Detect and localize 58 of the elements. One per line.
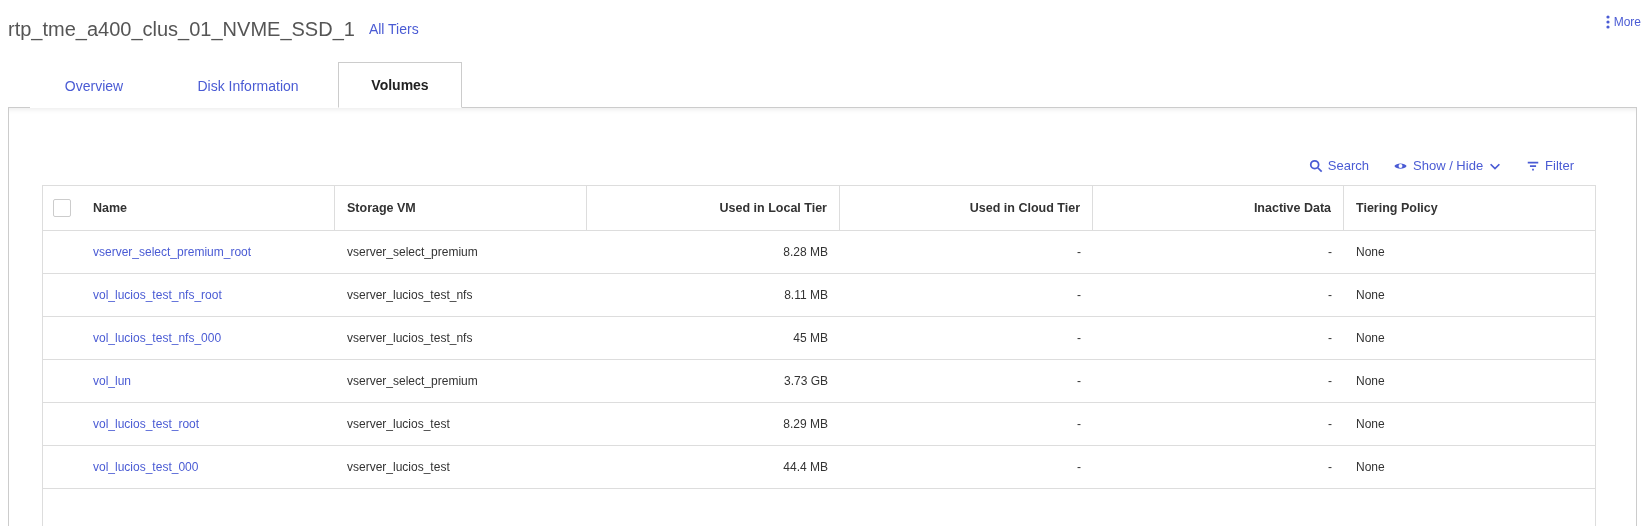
table-cell: - [1328,460,1332,474]
table-cell: - [1328,374,1332,388]
column-header[interactable]: Inactive Data [1093,186,1344,231]
page-title: rtp_tme_a400_clus_01_NVME_SSD_1 [8,17,355,41]
column-header[interactable]: Used in Local Tier [587,186,840,231]
table-cell: vserver_select_premium [347,374,478,388]
search-icon [1308,158,1323,173]
column-header[interactable]: Tiering Policy [1344,186,1595,231]
column-header[interactable]: Used in Cloud Tier [840,186,1093,231]
table-cell: None [1356,288,1385,302]
table-cell: vserver_lucios_test_nfs [347,331,473,345]
table-cell: vserver_lucios_test [347,417,450,431]
column-header-label: Name [93,201,128,215]
filter-button[interactable]: Filter [1526,158,1574,173]
table-cell: 8.11 MB [784,288,828,302]
all-tiers-link[interactable]: All Tiers [368,21,419,37]
table-cell: - [1077,245,1081,259]
column-header-label: Used in Local Tier [719,201,827,215]
volume-link[interactable]: vol_lucios_test_nfs_root [93,288,222,302]
table-cell: None [1356,374,1385,388]
table-cell: - [1328,417,1332,431]
tab[interactable]: Volumes [338,62,462,108]
table-cell: 3.73 GB [783,374,828,388]
more-button[interactable]: More [1605,15,1641,29]
table-cell: - [1328,288,1332,302]
table-cell: 8.28 MB [783,245,828,259]
table-cell: - [1077,460,1081,474]
table-cell: None [1356,417,1385,431]
table-cell: - [1328,331,1332,345]
table-cell: 45 MB [793,331,828,345]
kebab-menu-icon [1605,15,1610,29]
column-header[interactable]: Storage VM [335,186,587,231]
table-cell: vserver_select_premium [347,245,478,259]
table-cell: - [1077,288,1081,302]
table-cell: None [1356,331,1385,345]
show-hide-button[interactable]: Show / Hide [1393,158,1503,173]
volume-link[interactable]: vol_lun [93,374,132,388]
volume-link[interactable]: vol_lucios_test_nfs_000 [93,331,222,345]
volume-link[interactable]: vol_lucios_test_root [93,417,200,431]
table-cell: None [1356,245,1385,259]
table-cell: vserver_lucios_test_nfs [347,288,473,302]
table-cell: vserver_lucios_test [347,460,450,474]
column-header-label: Storage VM [347,201,416,215]
table-cell: - [1077,417,1081,431]
column-header[interactable]: Name [43,186,335,231]
table-cell: 8.29 MB [783,417,828,431]
volume-link[interactable]: vol_lucios_test_000 [93,460,199,474]
column-header-label: Inactive Data [1253,201,1331,215]
column-header-label: Tiering Policy [1356,201,1438,215]
column-header-label: Used in Cloud Tier [969,201,1080,215]
table-cell: None [1356,460,1385,474]
table-cell: - [1328,245,1332,259]
search-button[interactable]: Search [1308,158,1369,173]
select-all-checkbox[interactable] [53,199,71,217]
table-cell: - [1077,331,1081,345]
table-cell: 44.4 MB [783,460,828,474]
volume-link[interactable]: vserver_select_premium_root [93,245,252,259]
table-cell: - [1077,374,1081,388]
